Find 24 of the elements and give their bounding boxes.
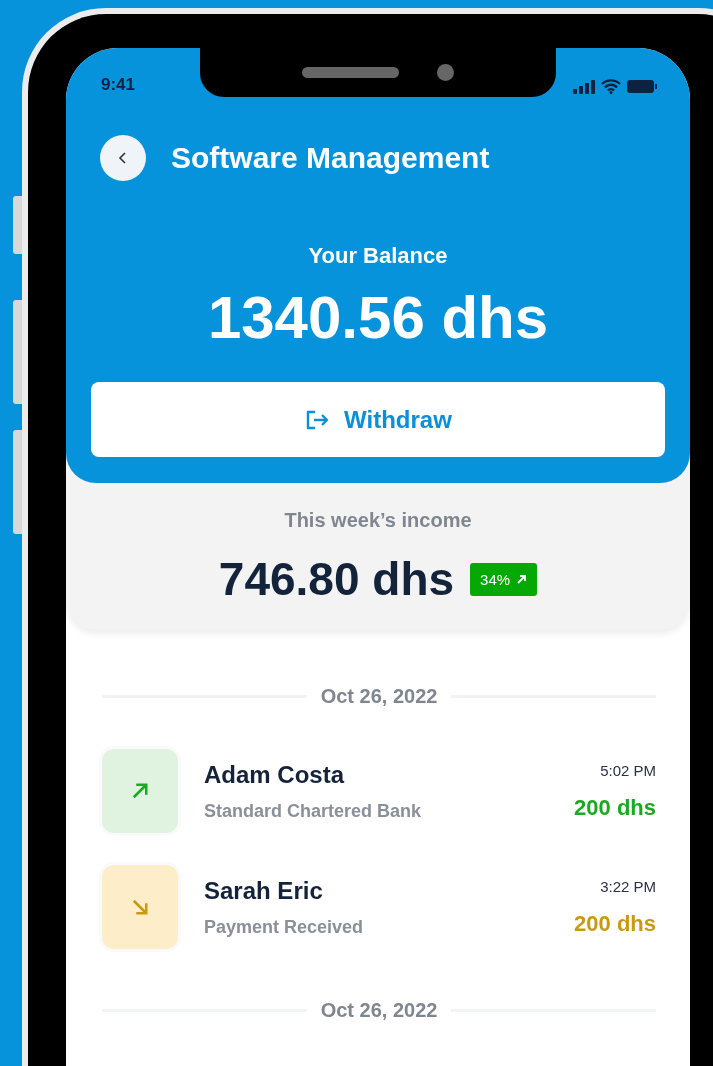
balance-label: Your Balance xyxy=(308,243,448,269)
status-time: 9:41 xyxy=(101,75,136,95)
transaction-detail: Payment Received xyxy=(204,916,365,938)
back-button[interactable] xyxy=(100,135,146,181)
wifi-icon xyxy=(601,79,621,94)
arrow-up-right-icon xyxy=(516,573,528,585)
withdraw-button[interactable]: Withdraw xyxy=(91,382,665,457)
transaction-time: 3:22 PM xyxy=(600,877,656,895)
payer-name: Sarah Eric xyxy=(204,876,324,905)
transaction-time: 5:02 PM xyxy=(600,761,656,779)
payer-name: Adam Costa xyxy=(204,760,346,789)
chevron-left-icon xyxy=(117,151,129,165)
transaction-amount: 200 dhs xyxy=(574,910,656,937)
transaction-amount: 200 dhs xyxy=(574,794,656,821)
change-badge: 34% xyxy=(470,562,538,596)
income-label: This week’s income xyxy=(284,509,472,532)
balance-amount: 1340.56 dhs xyxy=(207,283,549,352)
income-amount: 746.80 dhs xyxy=(218,552,455,606)
screen-title: Software Management xyxy=(171,141,490,175)
battery-icon xyxy=(627,80,657,93)
date-heading: Oct 26, 2022 xyxy=(320,998,438,1022)
transaction-detail: Standard Chartered Bank xyxy=(204,800,423,822)
date-heading: Oct 26, 2022 xyxy=(320,684,438,708)
signal-icon xyxy=(573,79,595,94)
